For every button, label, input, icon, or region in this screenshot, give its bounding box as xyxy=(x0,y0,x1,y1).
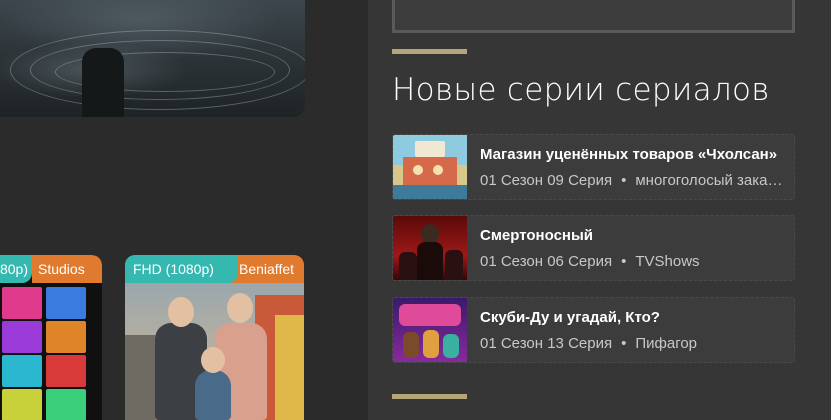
episode-item[interactable]: Скуби-Ду и угадай, Кто? 01 Сезон 13 Сери… xyxy=(392,297,795,363)
episode-title[interactable]: Магазин уценённых товаров «Чхолсан» xyxy=(480,146,790,163)
ring-shape xyxy=(10,30,305,110)
studio-badge: Studios xyxy=(32,255,102,283)
episode-item[interactable]: Магазин уценённых товаров «Чхолсан» 01 С… xyxy=(392,134,795,200)
episode-title[interactable]: Смертоносный xyxy=(480,227,790,244)
episode-thumbnail xyxy=(393,135,467,199)
section-title: Новые серии сериалов xyxy=(392,72,770,108)
episode-meta: 01 Сезон 13 Серия • Пифагор xyxy=(480,335,698,352)
quality-badge: FHD (1080p) xyxy=(125,255,238,283)
movie-card[interactable]: Studios 80p) xyxy=(0,255,102,420)
movie-card[interactable]: Beniaffet FHD (1080p) xyxy=(125,255,304,420)
sidebar-widget-box xyxy=(392,0,795,33)
episode-meta: 01 Сезон 09 Серия•многоголосый закадровы… xyxy=(480,172,790,189)
episode-thumbnail xyxy=(393,216,467,280)
episode-meta: 01 Сезон 06 Серия • TVShows xyxy=(480,253,700,270)
quality-badge: 80p) xyxy=(0,255,32,283)
accent-line xyxy=(392,49,467,54)
hero-banner-image[interactable] xyxy=(0,0,305,117)
accent-line xyxy=(392,394,467,399)
sidebar: Новые серии сериалов Магазин уценённых т… xyxy=(368,0,831,420)
episode-item[interactable]: Смертоносный 01 Сезон 06 Серия • TVShows xyxy=(392,215,795,281)
episode-thumbnail xyxy=(393,298,467,362)
content-area: Studios 80p) Beniaffet FHD (1080p) xyxy=(0,0,368,420)
episode-title[interactable]: Скуби-Ду и угадай, Кто? xyxy=(480,309,790,326)
silhouette-figure xyxy=(82,48,124,117)
